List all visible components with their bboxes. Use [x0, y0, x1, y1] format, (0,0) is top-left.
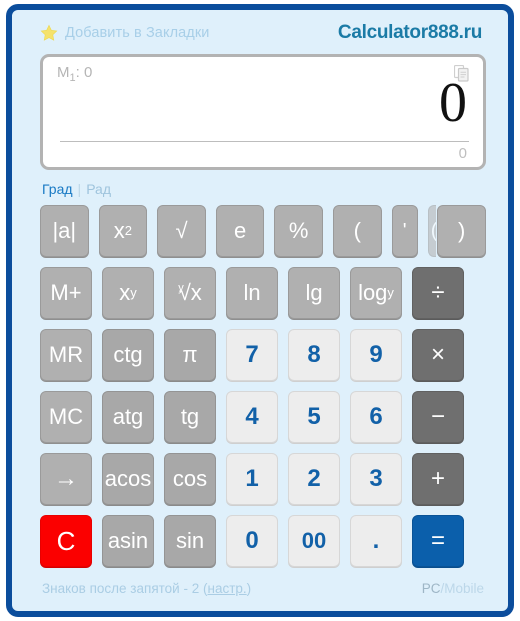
log-base-y-button[interactable]: log y [350, 267, 402, 319]
footer: Знаков после запятой - 2 (настр.) PC/Mob… [40, 577, 486, 599]
settings-paren-close: ) [246, 580, 252, 596]
pc-view-link[interactable]: PC [422, 581, 441, 596]
mode-radians[interactable]: Рад [86, 181, 111, 197]
digit-5-button[interactable]: 5 [288, 391, 340, 443]
mode-degrees[interactable]: Град [42, 181, 73, 197]
digit-4-button[interactable]: 4 [226, 391, 278, 443]
display-divider [60, 141, 469, 142]
e-button[interactable]: e [215, 205, 265, 257]
plus-button[interactable]: + [412, 453, 464, 505]
digit-3-button[interactable]: 3 [350, 453, 402, 505]
multiply-button[interactable]: × [412, 329, 464, 381]
equals-button[interactable]: = [412, 515, 464, 567]
tg-button[interactable]: tg [164, 391, 216, 443]
site-logo: Calculator888.ru [337, 22, 482, 43]
calculator-frame: Добавить в Закладки Calculator888.ru M1:… [6, 4, 514, 617]
digit-7-button[interactable]: 7 [226, 329, 278, 381]
ctg-button[interactable]: ctg [102, 329, 154, 381]
mode-separator: | [77, 181, 82, 197]
keypad-row: → acos cos 1 2 3 + [40, 453, 486, 505]
clear-button[interactable]: C [40, 515, 92, 567]
memory-suffix: : 0 [75, 64, 93, 81]
display-sub-value: 0 [458, 145, 467, 162]
add-to-bookmarks-link[interactable]: Добавить в Закладки [40, 24, 210, 42]
view-switcher: PC/Mobile [422, 581, 484, 596]
header: Добавить в Закладки Calculator888.ru [40, 18, 486, 48]
acos-button[interactable]: acos [102, 453, 154, 505]
keypad: |a|x2√e%('()M+xyy√xlnlglogy÷MRctgπ789×MC… [40, 205, 486, 567]
decimals-setting: Знаков после запятой - 2 (настр.) [42, 581, 251, 596]
memory-add-button[interactable]: M+ [40, 267, 92, 319]
apostrophe-button[interactable]: ' [391, 205, 418, 257]
star-icon [40, 24, 58, 41]
digit-9-button[interactable]: 9 [350, 329, 402, 381]
display-top-row: M1: 0 [57, 64, 469, 84]
settings-link[interactable]: настр. [207, 581, 246, 596]
percent-button[interactable]: % [274, 205, 323, 257]
memory-prefix: M [57, 64, 70, 81]
close-paren-button[interactable]: ) [437, 205, 486, 257]
lg-button[interactable]: lg [288, 267, 340, 319]
digit-6-button[interactable]: 6 [350, 391, 402, 443]
open-paren-partial-button[interactable]: ( [427, 205, 437, 257]
digit-1-button[interactable]: 1 [226, 453, 278, 505]
sin-button[interactable]: sin [164, 515, 216, 567]
square-button[interactable]: x2 [98, 205, 148, 257]
cos-button[interactable]: cos [164, 453, 216, 505]
memory-indicator: M1: 0 [57, 64, 92, 87]
calculator-display[interactable]: M1: 0 0 0 [40, 54, 486, 170]
digit-8-button[interactable]: 8 [288, 329, 340, 381]
decimals-text: Знаков после запятой - 2 [42, 580, 200, 596]
digit-00-button[interactable]: 00 [288, 515, 340, 567]
mobile-view-link[interactable]: /Mobile [440, 581, 484, 596]
memory-recall-button[interactable]: MR [40, 329, 92, 381]
keypad-row: M+ x y y √x ln lg log y ÷ [40, 267, 486, 319]
minus-button[interactable]: − [412, 391, 464, 443]
keypad-row: MR ctg π 7 8 9 × [40, 329, 486, 381]
bookmark-label: Добавить в Закладки [65, 25, 210, 41]
keypad-row: Casin sin 0 00. = [40, 515, 486, 567]
keypad-row: |a|x2√e%('() [40, 205, 486, 257]
asin-button[interactable]: asin [102, 515, 154, 567]
pi-button[interactable]: π [164, 329, 216, 381]
calculator-app: Добавить в Закладки Calculator888.ru M1:… [0, 0, 520, 621]
angle-mode-row: Град | Рад [40, 178, 486, 200]
divide-button[interactable]: ÷ [412, 267, 464, 319]
atg-button[interactable]: atg [102, 391, 154, 443]
open-paren-button[interactable]: ( [332, 205, 382, 257]
ln-button[interactable]: ln [226, 267, 278, 319]
keypad-row: MC atg tg 4 5 6− [40, 391, 486, 443]
memory-clear-button[interactable]: MC [40, 391, 92, 443]
digit-0-button[interactable]: 0 [226, 515, 278, 567]
nth-root-button[interactable]: y √x [164, 267, 216, 319]
power-button[interactable]: xy [102, 267, 154, 319]
decimal-point-button[interactable]: . [350, 515, 402, 567]
display-main-value: 0 [439, 72, 467, 134]
backspace-button[interactable]: → [40, 453, 92, 505]
digit-2-button[interactable]: 2 [288, 453, 340, 505]
sqrt-button[interactable]: √ [157, 205, 206, 257]
calculator-inner: Добавить в Закладки Calculator888.ru M1:… [12, 10, 508, 611]
abs-button[interactable]: |a| [40, 205, 89, 257]
